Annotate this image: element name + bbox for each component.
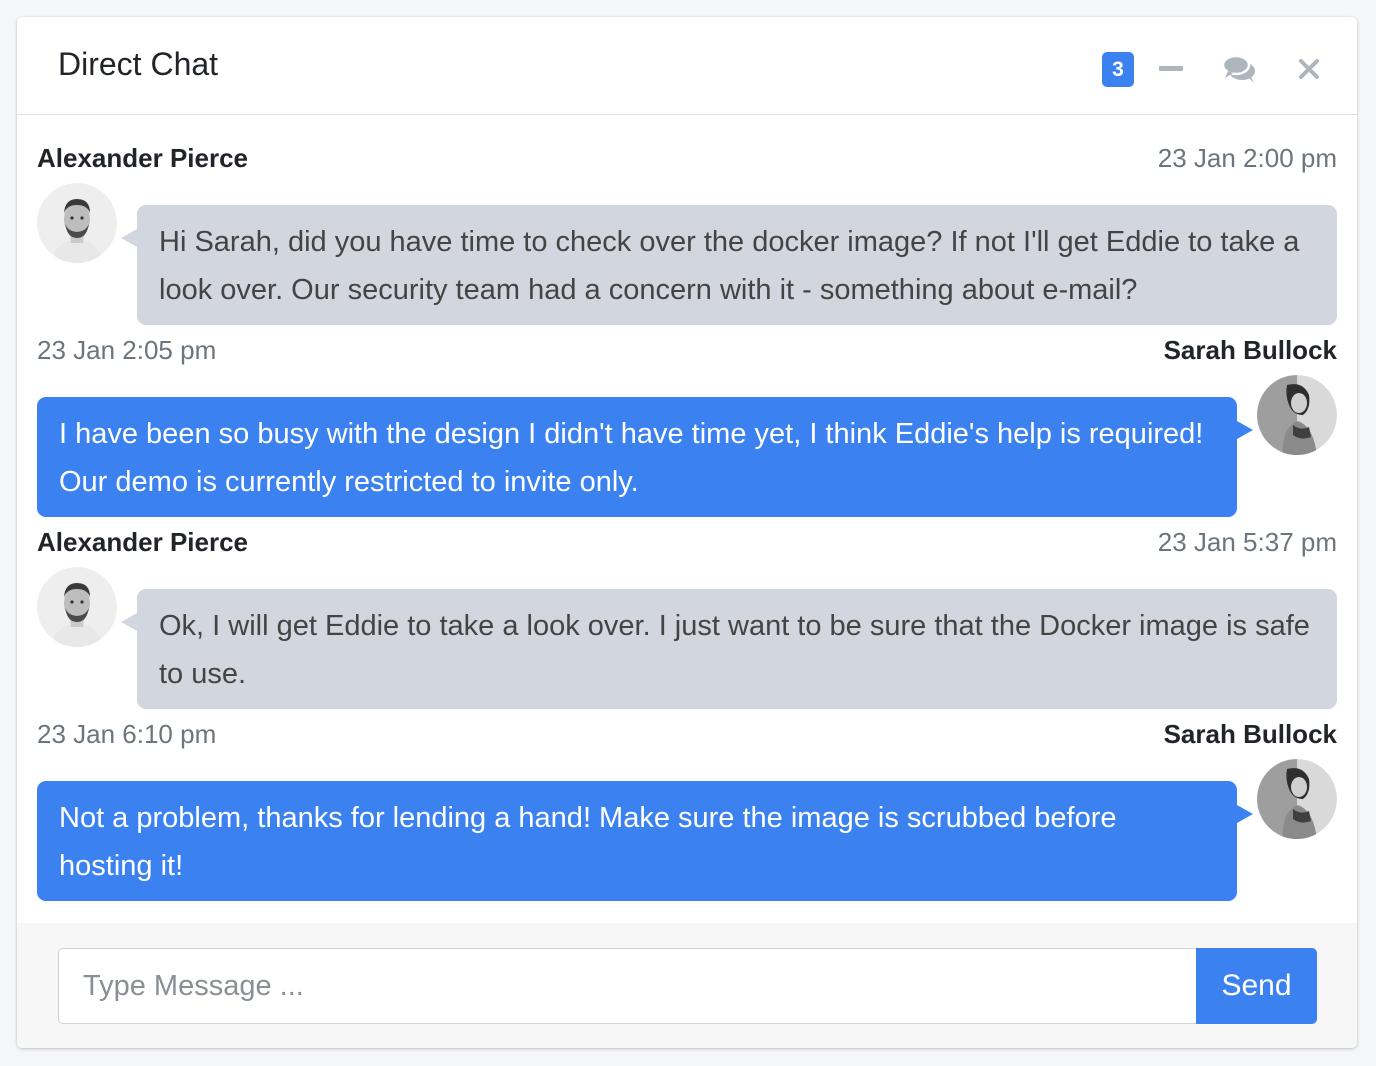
message-timestamp: 23 Jan 2:05 pm bbox=[37, 335, 217, 365]
close-button[interactable] bbox=[1289, 51, 1329, 87]
user-avatar-icon bbox=[1257, 759, 1337, 839]
message-info: Alexander Pierce 23 Jan 2:00 pm bbox=[37, 142, 1337, 174]
avatar bbox=[37, 183, 117, 263]
card-footer: Send bbox=[17, 923, 1357, 1048]
message-timestamp: 23 Jan 6:10 pm bbox=[37, 719, 217, 749]
minus-icon bbox=[1159, 66, 1183, 71]
avatar bbox=[1257, 759, 1337, 839]
message-text: Ok, I will get Eddie to take a look over… bbox=[121, 589, 1337, 709]
message-timestamp: 23 Jan 2:00 pm bbox=[1157, 143, 1337, 173]
message-text: Hi Sarah, did you have time to check ove… bbox=[121, 205, 1337, 325]
message-sender-name: Alexander Pierce bbox=[37, 527, 249, 557]
new-messages-badge: 3 bbox=[1102, 52, 1134, 87]
close-icon bbox=[1299, 59, 1319, 79]
message-text: I have been so busy with the design I di… bbox=[37, 397, 1253, 517]
message-sender-name: Sarah Bullock bbox=[1163, 719, 1337, 749]
card-header: Direct Chat 3 bbox=[17, 17, 1357, 115]
direct-chat-card: Direct Chat 3 Alexander Pierce 23 Jan 2:… bbox=[17, 17, 1357, 1048]
collapse-button[interactable] bbox=[1151, 51, 1191, 87]
message-text: Not a problem, thanks for lending a hand… bbox=[37, 781, 1253, 901]
contacts-toggle-button[interactable] bbox=[1220, 51, 1260, 87]
user-avatar-icon bbox=[1257, 375, 1337, 455]
card-title: Direct Chat bbox=[58, 46, 219, 82]
direct-chat-messages[interactable]: Alexander Pierce 23 Jan 2:00 pm Hi Sarah… bbox=[17, 116, 1357, 922]
message-info: 23 Jan 2:05 pm Sarah Bullock bbox=[37, 334, 1337, 366]
send-button[interactable]: Send bbox=[1196, 948, 1317, 1024]
avatar bbox=[1257, 375, 1337, 455]
message-sender-name: Alexander Pierce bbox=[37, 143, 249, 173]
message-input[interactable] bbox=[58, 948, 1198, 1024]
comments-icon bbox=[1221, 54, 1255, 83]
message-info: Alexander Pierce 23 Jan 5:37 pm bbox=[37, 526, 1337, 558]
message-info: 23 Jan 6:10 pm Sarah Bullock bbox=[37, 718, 1337, 750]
user-avatar-icon bbox=[37, 183, 117, 263]
message-timestamp: 23 Jan 5:37 pm bbox=[1157, 527, 1337, 557]
message-sender-name: Sarah Bullock bbox=[1163, 335, 1337, 365]
avatar bbox=[37, 567, 117, 647]
user-avatar-icon bbox=[37, 567, 117, 647]
